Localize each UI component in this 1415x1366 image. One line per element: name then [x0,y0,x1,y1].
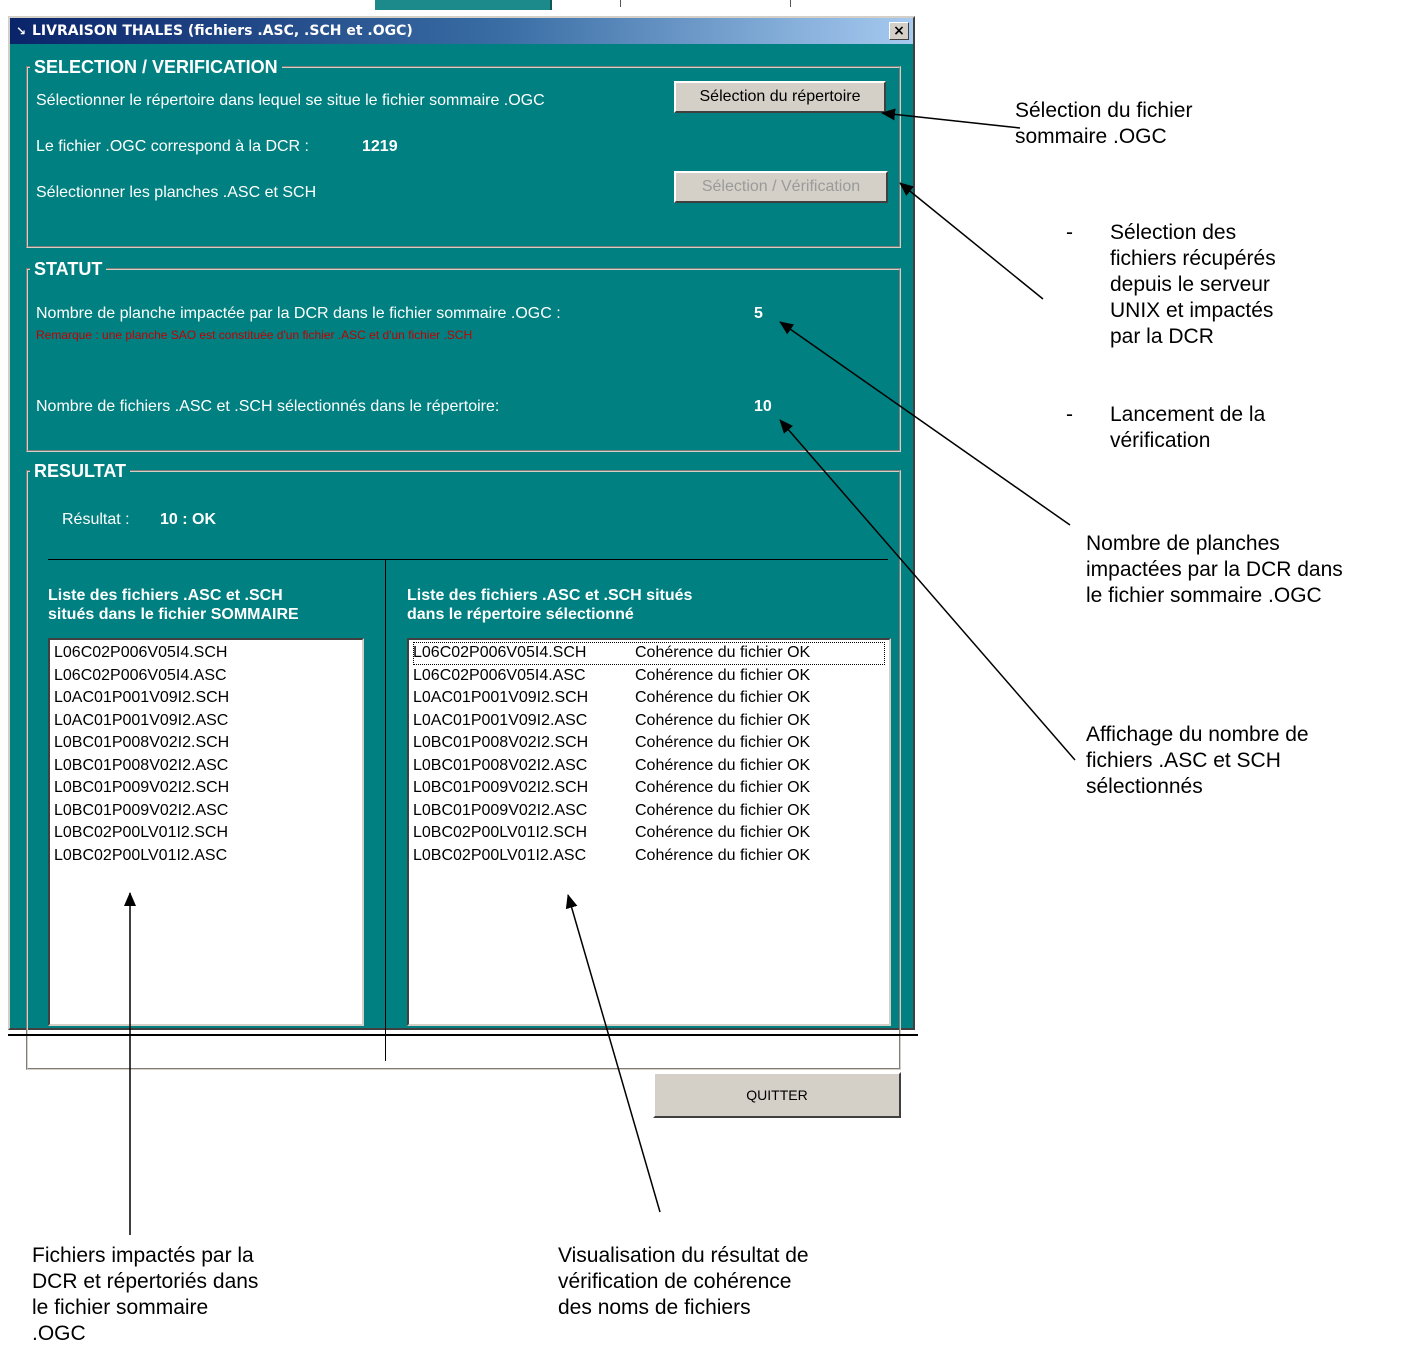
select-directory-button[interactable]: Sélection du répertoire [674,81,886,113]
repertoire-item-status: Cohérence du fichier OK [635,689,811,706]
app-icon: ↘ [16,24,27,38]
statut-group: STATUT [26,260,901,452]
arrow-selection-verification [899,182,1044,300]
bottom-rule [8,1034,918,1036]
right-list-header: Liste des fichiers .ASC et .SCH situés d… [407,587,693,623]
repertoire-list-item[interactable]: L0BC01P008V02I2.SCH Cohérence du fichier … [413,732,885,755]
repertoire-list-item[interactable]: L0BC02P00LV01I2.ASC Cohérence du fichier … [413,845,885,868]
sommaire-list-item[interactable]: L06C02P006V05I4.SCH [54,642,358,665]
sommaire-list-item[interactable]: L0BC02P00LV01I2.SCH [54,822,358,845]
title-bar[interactable]: ↘ LIVRAISON THALES (fichiers .ASC, .SCH e… [10,18,913,44]
annotation-fichiers-impactes: Fichiers impactés par la DCR et répertor… [32,1244,259,1345]
repertoire-item-file: L0AC01P001V09I2.SCH [413,689,589,706]
annotation-affichage: Affichage du nombre de fichiers .ASC et … [1086,723,1309,798]
repertoire-item-file: L06C02P006V05I4.ASC [413,666,586,684]
repertoire-list-item[interactable]: L0BC01P008V02I2.ASC Cohérence du fichier … [413,755,885,778]
annotation-visualisation: Visualisation du résultat de vérificatio… [558,1244,809,1319]
annotation-bullet-2: - [1066,403,1073,426]
annotation-selection-fichiers: Sélection des fichiers récupérés depuis … [1110,221,1276,348]
sommaire-list-item[interactable]: L06C02P006V05I4.ASC [54,665,358,688]
background-tick [620,0,621,7]
repertoire-item-status: Cohérence du fichier OK [635,666,811,684]
repertoire-list-item[interactable]: L06C02P006V05I4.ASC Cohérence du fichier … [413,665,885,688]
repertoire-list-item[interactable]: L0BC02P00LV01I2.SCH Cohérence du fichier … [413,822,885,845]
sommaire-list-item[interactable]: L0AC01P001V09I2.SCH [54,687,358,710]
resultat-column-divider [385,559,386,1061]
sommaire-list-item[interactable]: L0BC02P00LV01I2.ASC [54,845,358,868]
repertoire-item-status: Cohérence du fichier OK [635,711,811,729]
repertoire-list-item[interactable]: L0AC01P001V09I2.ASC Cohérence du fichier … [413,710,885,733]
remarque-note: Remarque : une planche SAO est constitué… [36,328,473,342]
close-button[interactable]: × [889,22,909,40]
repertoire-item-file: L0BC01P008V02I2.ASC [413,756,588,774]
fichiers-count-value: 10 [754,398,772,415]
background-tick [790,0,791,7]
repertoire-list-item[interactable]: L0AC01P001V09I2.SCH Cohérence du fichier … [413,687,885,710]
annotation-lancement: Lancement de la vérification [1110,403,1266,452]
background-window-strip [375,0,552,10]
repertoire-item-file: L06C02P006V05I4.SCH [413,644,587,661]
quit-button[interactable]: QUITTER [653,1072,901,1118]
repertoire-list-item[interactable]: L0BC01P009V02I2.SCH Cohérence du fichier … [413,777,885,800]
livraison-window: ↘ LIVRAISON THALES (fichiers .ASC, .SCH e… [8,16,915,1118]
repertoire-file-list[interactable]: L06C02P006V05I4.SCH Cohérence du fichier … [407,638,891,1026]
select-planches-instruction: Sélectionner les planches .ASC et SCH [36,184,317,201]
sommaire-list-item[interactable]: L0BC01P008V02I2.SCH [54,732,358,755]
resultat-divider [48,559,888,560]
repertoire-item-file: L0BC01P008V02I2.SCH [413,734,589,751]
resultat-legend: RESULTAT [34,461,126,481]
repertoire-item-file: L0BC01P009V02I2.SCH [413,779,589,796]
dcr-label: Le fichier .OGC correspond à la DCR : [36,138,309,155]
sommaire-list-item[interactable]: L0BC01P009V02I2.SCH [54,777,358,800]
annotation-nombre-planches: Nombre de planches impactées par la DCR … [1086,532,1343,607]
repertoire-item-file: L0BC02P00LV01I2.SCH [413,824,588,841]
resultat-label: Résultat : [62,511,130,528]
repertoire-item-status: Cohérence du fichier OK [635,801,811,819]
annotation-bullet-1: - [1066,221,1073,244]
sommaire-file-list[interactable]: L06C02P006V05I4.SCH L06C02P006V05I4.ASC L0… [48,638,364,1026]
window-title: LIVRAISON THALES (fichiers .ASC, .SCH et… [32,23,413,39]
repertoire-item-file: L0AC01P001V09I2.ASC [413,711,588,729]
annotation-selection-fichier: Sélection du fichier sommaire .OGC [1015,99,1193,148]
repertoire-item-file: L0BC01P009V02I2.ASC [413,801,588,819]
repertoire-list-item[interactable]: L06C02P006V05I4.SCH Cohérence du fichier … [413,642,885,665]
selection-legend: SELECTION / VERIFICATION [34,57,278,77]
left-list-header: Liste des fichiers .ASC et .SCH situés d… [48,587,299,623]
repertoire-list-item[interactable]: L0BC01P009V02I2.ASC Cohérence du fichier … [413,800,885,823]
repertoire-item-file: L0BC02P00LV01I2.ASC [413,846,587,864]
repertoire-item-status: Cohérence du fichier OK [635,779,811,796]
selection-verification-button[interactable]: Sélection / Vérification [674,171,888,203]
repertoire-item-status: Cohérence du fichier OK [635,734,811,751]
sommaire-list-item[interactable]: L0AC01P001V09I2.ASC [54,710,358,733]
select-directory-instruction: Sélectionner le répertoire dans lequel s… [36,92,545,109]
resultat-value: 10 : OK [160,511,217,528]
sommaire-list-item[interactable]: L0BC01P008V02I2.ASC [54,755,358,778]
planches-count-value: 5 [754,305,763,322]
dcr-value: 1219 [362,138,398,155]
repertoire-item-status: Cohérence du fichier OK [635,846,811,864]
repertoire-item-status: Cohérence du fichier OK [635,824,811,841]
repertoire-item-status: Cohérence du fichier OK [635,756,811,774]
statut-legend: STATUT [34,259,103,279]
sommaire-list-item[interactable]: L0BC01P009V02I2.ASC [54,800,358,823]
fichiers-count-label: Nombre de fichiers .ASC et .SCH sélectio… [36,398,500,415]
repertoire-item-status: Cohérence du fichier OK [635,644,811,661]
planches-count-label: Nombre de planche impactée par la DCR da… [36,305,561,322]
